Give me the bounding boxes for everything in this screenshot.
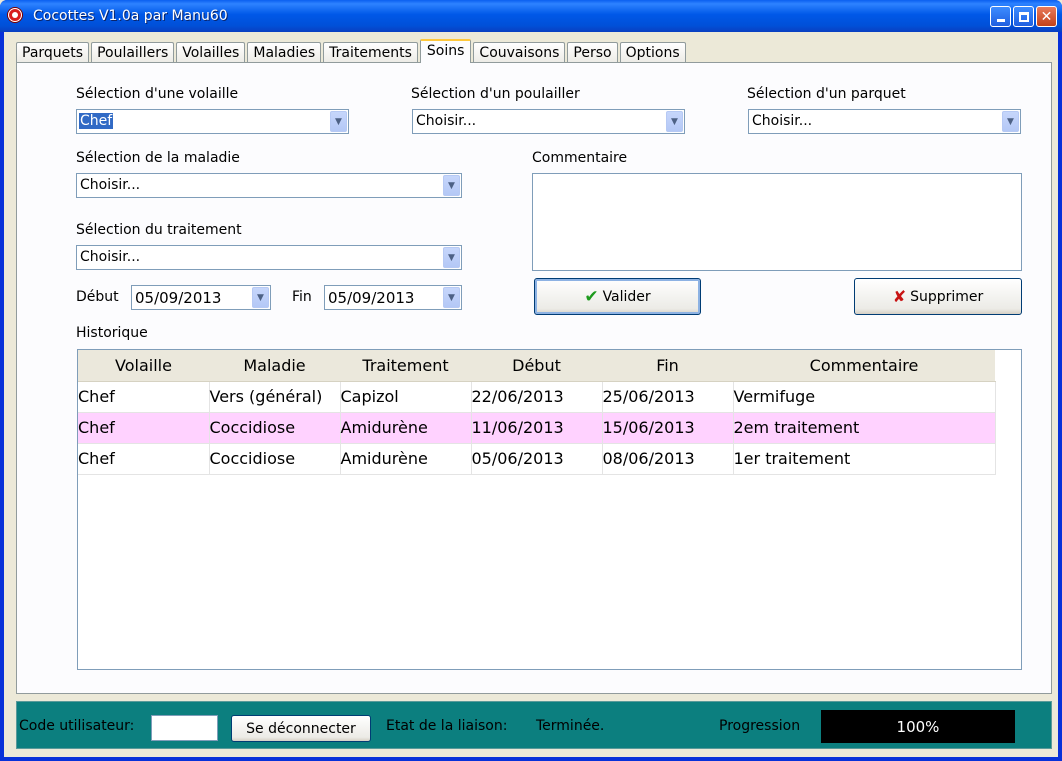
traitement-select[interactable]: Choisir... ▼ (76, 245, 462, 270)
maladie-value: Choisir... (80, 177, 141, 193)
client-area: Parquets Poulaillers Volailles Maladies … (4, 32, 1058, 757)
debut-date-picker[interactable]: 05/09/2013 ▼ (131, 285, 271, 310)
fin-value: 05/09/2013 (328, 289, 415, 307)
column-header-maladie[interactable]: Maladie (209, 350, 340, 382)
cell-traitement: Amidurène (340, 443, 472, 475)
app-icon[interactable] (8, 8, 22, 22)
cell-traitement: Capizol (340, 381, 472, 413)
chevron-down-icon[interactable]: ▼ (330, 111, 347, 132)
check-icon: ✔ (584, 286, 599, 307)
minimize-button[interactable] (990, 6, 1011, 27)
maladie-label: Sélection de la maladie (76, 150, 240, 166)
tab-poulaillers[interactable]: Poulaillers (91, 42, 175, 63)
volaille-select[interactable]: Chef ▼ (76, 109, 349, 134)
cross-icon: ✘ (892, 287, 907, 306)
cell-maladie: Vers (général) (209, 381, 341, 413)
close-button[interactable]: ✕ (1036, 6, 1057, 27)
historique-grid[interactable]: Volaille Maladie Traitement Début Fin Co… (77, 349, 1022, 670)
progress-label: Progression (719, 718, 801, 734)
parquet-select[interactable]: Choisir... ▼ (748, 109, 1021, 134)
column-header-debut[interactable]: Début (471, 350, 602, 382)
cell-volaille: Chef (78, 381, 210, 413)
chevron-down-icon[interactable]: ▼ (443, 247, 460, 268)
cell-commentaire: 2em traitement (733, 412, 996, 444)
tab-volailles[interactable]: Volailles (176, 42, 246, 63)
user-code-input[interactable] (151, 715, 218, 741)
tab-perso[interactable]: Perso (567, 42, 618, 63)
status-bar: Code utilisateur: Se déconnecter Etat de… (16, 701, 1052, 749)
traitement-label: Sélection du traitement (76, 222, 242, 238)
column-header-fin[interactable]: Fin (602, 350, 733, 382)
poulailler-label: Sélection d'un poulailler (411, 86, 580, 102)
cell-volaille: Chef (78, 412, 210, 444)
header-row: Volaille Maladie Traitement Début Fin Co… (78, 350, 995, 382)
column-header-traitement[interactable]: Traitement (340, 350, 471, 382)
column-header-volaille[interactable]: Volaille (78, 350, 209, 382)
commentaire-label: Commentaire (532, 150, 628, 166)
chevron-down-icon[interactable]: ▼ (1002, 111, 1019, 132)
app-window: Cocottes V1.0a par Manu60 ✕ Parquets Pou… (0, 0, 1062, 761)
poulailler-value: Choisir... (416, 113, 477, 129)
link-state-value: Terminée. (536, 718, 605, 734)
tab-parquets[interactable]: Parquets (16, 42, 90, 63)
tab-couvaisons[interactable]: Couvaisons (473, 42, 566, 63)
tab-bar: Parquets Poulaillers Volailles Maladies … (16, 39, 688, 63)
maximize-button[interactable] (1013, 6, 1034, 27)
maximize-icon (1018, 11, 1029, 22)
disconnect-button[interactable]: Se déconnecter (231, 715, 371, 742)
chevron-down-icon[interactable]: ▼ (443, 175, 460, 196)
debut-value: 05/09/2013 (135, 289, 222, 307)
cell-fin: 08/06/2013 (602, 443, 734, 475)
cell-volaille: Chef (78, 443, 210, 475)
commentaire-field[interactable] (532, 173, 1022, 271)
calendar-dropdown-icon[interactable]: ▼ (252, 287, 269, 308)
cell-debut: 11/06/2013 (471, 412, 603, 444)
historique-label: Historique (76, 325, 148, 341)
cell-debut: 22/06/2013 (471, 381, 603, 413)
cell-maladie: Coccidiose (209, 443, 341, 475)
poulailler-select[interactable]: Choisir... ▼ (412, 109, 685, 134)
cell-fin: 25/06/2013 (602, 381, 734, 413)
supprimer-label: Supprimer (910, 288, 984, 305)
tab-maladies[interactable]: Maladies (247, 42, 322, 63)
window-title: Cocottes V1.0a par Manu60 (33, 8, 228, 24)
title-bar[interactable]: Cocottes V1.0a par Manu60 ✕ (0, 0, 1062, 32)
user-code-label: Code utilisateur: (19, 718, 135, 734)
table-row[interactable]: Chef Vers (général) Capizol 22/06/2013 2… (78, 381, 996, 413)
debut-label: Début (76, 289, 119, 305)
close-icon: ✕ (1040, 8, 1053, 25)
fin-label: Fin (292, 289, 312, 305)
cell-debut: 05/06/2013 (471, 443, 603, 475)
cell-commentaire: Vermifuge (733, 381, 996, 413)
cell-traitement: Amidurène (340, 412, 472, 444)
volaille-label: Sélection d'une volaille (76, 86, 239, 102)
tab-traitements[interactable]: Traitements (323, 42, 418, 63)
link-state-label: Etat de la liaison: (386, 718, 508, 734)
cell-maladie: Coccidiose (209, 412, 341, 444)
table-row-selected[interactable]: Chef Coccidiose Amidurène 11/06/2013 15/… (78, 412, 996, 444)
progress-bar: 100% (821, 710, 1015, 743)
valider-button[interactable]: ✔ Valider (534, 278, 701, 315)
cell-fin: 15/06/2013 (602, 412, 734, 444)
parquet-value: Choisir... (752, 113, 813, 129)
supprimer-button[interactable]: ✘ Supprimer (854, 278, 1022, 315)
soins-panel: Sélection d'une volaille Chef ▼ Sélectio… (16, 62, 1052, 694)
tab-options[interactable]: Options (619, 42, 686, 63)
traitement-value: Choisir... (80, 249, 141, 265)
minimize-icon (996, 19, 1005, 22)
historique-table: Volaille Maladie Traitement Début Fin Co… (78, 350, 996, 475)
table-row[interactable]: Chef Coccidiose Amidurène 05/06/2013 08/… (78, 443, 996, 475)
volaille-value: Chef (77, 112, 115, 130)
cell-commentaire: 1er traitement (733, 443, 996, 475)
parquet-label: Sélection d'un parquet (747, 86, 906, 102)
chevron-down-icon[interactable]: ▼ (666, 111, 683, 132)
fin-date-picker[interactable]: 05/09/2013 ▼ (324, 285, 462, 310)
maladie-select[interactable]: Choisir... ▼ (76, 173, 462, 198)
calendar-dropdown-icon[interactable]: ▼ (443, 287, 460, 308)
column-header-commentaire[interactable]: Commentaire (733, 350, 995, 382)
tab-soins[interactable]: Soins (419, 39, 472, 63)
valider-label: Valider (602, 288, 651, 305)
